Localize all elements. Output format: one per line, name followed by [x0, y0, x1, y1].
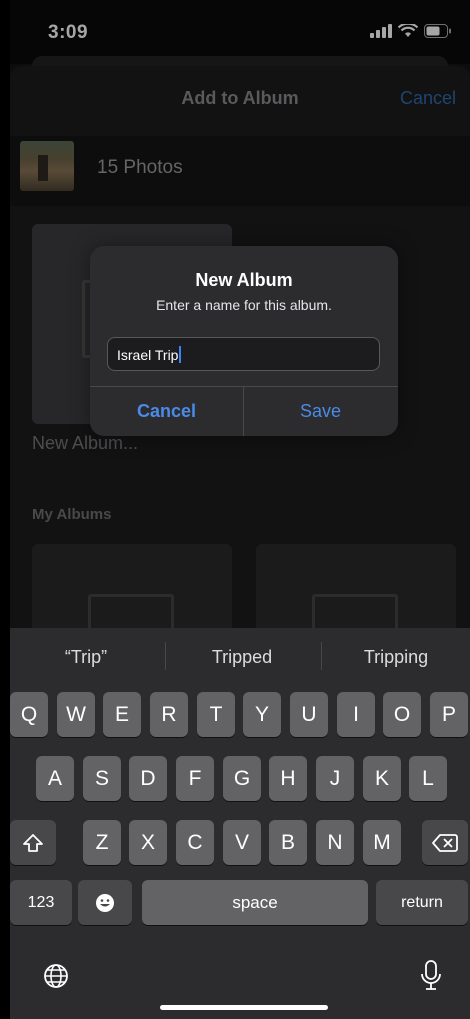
- alert-save-button[interactable]: Save: [244, 387, 397, 436]
- emoji-icon: [96, 893, 114, 912]
- album-name-input[interactable]: Israel Trip: [107, 337, 380, 371]
- key-v[interactable]: V: [223, 820, 261, 865]
- delete-key[interactable]: [422, 820, 468, 865]
- key-f[interactable]: F: [176, 756, 214, 801]
- key-y[interactable]: Y: [243, 692, 281, 737]
- key-q[interactable]: Q: [10, 692, 48, 737]
- suggestion-item[interactable]: “Trip”: [10, 628, 162, 686]
- alert-cancel-button[interactable]: Cancel: [90, 387, 243, 436]
- home-indicator[interactable]: [160, 1005, 328, 1010]
- key-n[interactable]: N: [316, 820, 354, 865]
- text-caret: [179, 346, 182, 363]
- alert-message: Enter a name for this album.: [156, 297, 332, 313]
- numbers-key[interactable]: 123: [10, 880, 72, 925]
- album-name-value-wrap: Israel Trip: [117, 346, 182, 363]
- space-key[interactable]: space: [142, 880, 368, 925]
- alert-title: New Album: [195, 270, 293, 290]
- return-key[interactable]: return: [376, 880, 468, 925]
- key-j[interactable]: J: [316, 756, 354, 801]
- key-k[interactable]: K: [363, 756, 401, 801]
- key-r[interactable]: R: [150, 692, 188, 737]
- key-m[interactable]: M: [363, 820, 401, 865]
- key-t[interactable]: T: [197, 692, 235, 737]
- key-b[interactable]: B: [269, 820, 307, 865]
- microphone-icon[interactable]: [416, 956, 446, 996]
- shift-key[interactable]: [10, 820, 56, 865]
- suggestion-bar: “Trip” Tripped Tripping: [10, 628, 470, 686]
- key-s[interactable]: S: [83, 756, 121, 801]
- key-u[interactable]: U: [290, 692, 328, 737]
- key-i[interactable]: I: [337, 692, 375, 737]
- screen: 3:09 Add to Album Cancel 15 Photos New A…: [10, 0, 470, 1019]
- key-p[interactable]: P: [430, 692, 468, 737]
- key-d[interactable]: D: [129, 756, 167, 801]
- suggestion-item[interactable]: Tripping: [322, 628, 470, 686]
- key-h[interactable]: H: [269, 756, 307, 801]
- suggestion-item[interactable]: Tripped: [166, 628, 318, 686]
- key-g[interactable]: G: [223, 756, 261, 801]
- backspace-icon: [432, 833, 458, 852]
- key-a[interactable]: A: [36, 756, 74, 801]
- key-l[interactable]: L: [409, 756, 447, 801]
- key-z[interactable]: Z: [83, 820, 121, 865]
- album-name-value: Israel Trip: [117, 347, 179, 363]
- globe-icon[interactable]: [38, 958, 74, 994]
- key-e[interactable]: E: [103, 692, 141, 737]
- new-album-alert: New Album Enter a name for this album. I…: [90, 246, 398, 436]
- emoji-key[interactable]: [78, 880, 132, 925]
- key-c[interactable]: C: [176, 820, 214, 865]
- key-x[interactable]: X: [129, 820, 167, 865]
- key-w[interactable]: W: [57, 692, 95, 737]
- shift-icon: [23, 833, 43, 852]
- key-o[interactable]: O: [383, 692, 421, 737]
